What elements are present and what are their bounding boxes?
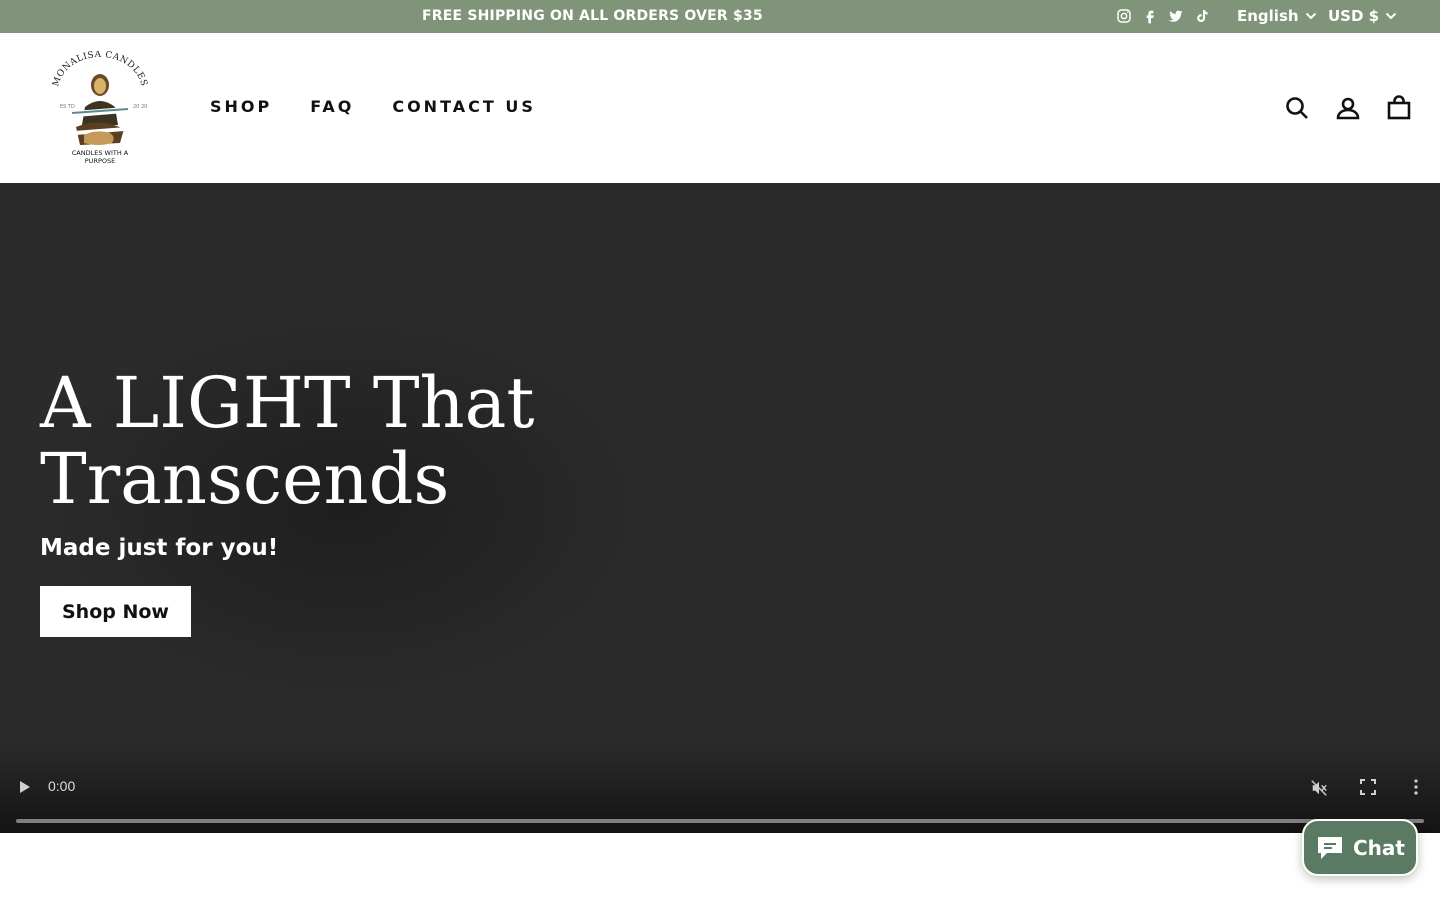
nav-item-shop[interactable]: SHOP	[210, 97, 272, 116]
logo-est-left: ES TD	[60, 104, 75, 110]
announcement-text: FREE SHIPPING ON ALL ORDERS OVER $35	[422, 8, 763, 24]
chat-label: Chat	[1353, 835, 1405, 860]
main-nav: SHOP FAQ CONTACT US	[210, 97, 574, 116]
nav-item-contact-us[interactable]: CONTACT US	[392, 97, 536, 116]
site-logo[interactable]: MONALISA CANDLES ES TD 20 20 CANDLES WIT…	[50, 50, 150, 165]
hero-title-line1: A LIGHT That	[40, 362, 535, 444]
muted-volume-icon[interactable]	[1308, 777, 1330, 799]
currency-selector[interactable]: USD $	[1328, 7, 1397, 25]
facebook-icon[interactable]	[1142, 8, 1158, 24]
hero-title: A LIGHT That Transcends	[40, 365, 534, 517]
video-time: 0:00	[48, 778, 76, 794]
chat-bubble-icon	[1318, 836, 1342, 859]
logo-tagline-line1: CANDLES WITH A	[72, 149, 129, 157]
shop-now-button[interactable]: Shop Now	[40, 586, 191, 637]
announcement-bar: FREE SHIPPING ON ALL ORDERS OVER $35 Eng…	[0, 0, 1440, 33]
chat-button[interactable]: Chat	[1302, 819, 1418, 876]
nav-item-faq[interactable]: FAQ	[310, 97, 354, 116]
tiktok-icon[interactable]	[1194, 8, 1210, 24]
currency-label: USD $	[1328, 7, 1380, 25]
chevron-down-icon	[1305, 12, 1316, 20]
instagram-icon[interactable]	[1116, 8, 1132, 24]
more-options-icon[interactable]	[1406, 777, 1426, 797]
language-label: English	[1237, 7, 1299, 25]
hero-title-line2: Transcends	[40, 438, 450, 520]
video-controls: 0:00	[0, 741, 1440, 833]
search-icon[interactable]	[1284, 95, 1310, 121]
hero-subtitle: Made just for you!	[40, 535, 279, 561]
hero-video[interactable]: A LIGHT That Transcends Made just for yo…	[0, 183, 1440, 833]
account-icon[interactable]	[1335, 95, 1361, 121]
logo-tagline-line2: PURPOSE	[85, 157, 115, 165]
header-actions	[1284, 95, 1412, 121]
cart-icon[interactable]	[1386, 95, 1412, 121]
play-icon[interactable]	[14, 777, 34, 797]
twitter-icon[interactable]	[1168, 8, 1184, 24]
logo-est-right: 20 20	[133, 104, 147, 110]
language-selector[interactable]: English	[1237, 7, 1317, 25]
chevron-down-icon	[1385, 12, 1397, 20]
fullscreen-icon[interactable]	[1358, 777, 1378, 797]
social-links	[1116, 6, 1210, 26]
video-progress-bar[interactable]	[16, 819, 1424, 823]
site-header: MONALISA CANDLES ES TD 20 20 CANDLES WIT…	[0, 33, 1440, 183]
